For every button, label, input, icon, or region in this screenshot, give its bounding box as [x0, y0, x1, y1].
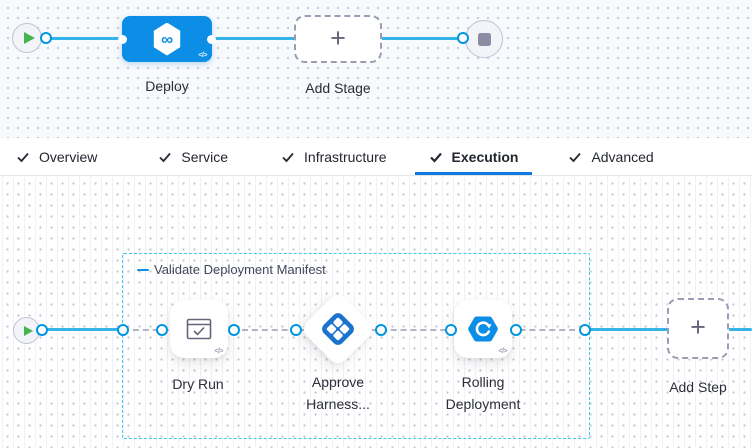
- tab-label: Infrastructure: [304, 149, 386, 165]
- connector-port[interactable]: [510, 324, 522, 336]
- tab-label: Advanced: [591, 149, 653, 165]
- step-node-rolling-deployment[interactable]: </>: [454, 300, 512, 358]
- stage-yaml-toggle-icon[interactable]: </>: [198, 52, 207, 59]
- play-icon: [24, 32, 35, 44]
- execution-canvas: Validate Deployment Manifest </> Dry Run: [0, 176, 752, 448]
- connector-port[interactable]: [228, 324, 240, 336]
- connector-port[interactable]: [117, 324, 129, 336]
- connector-port[interactable]: [375, 324, 387, 336]
- tab-label: Overview: [39, 149, 97, 165]
- stop-icon: [478, 33, 491, 46]
- step-yaml-toggle-icon[interactable]: </>: [498, 348, 507, 355]
- stage-config-tabs: Overview Service Infrastructure Executio…: [0, 138, 752, 176]
- add-step-label: Add Step: [643, 377, 752, 399]
- stage-in-port: [118, 35, 127, 44]
- tab-label: Service: [181, 149, 228, 165]
- stage-canvas: ∞ </> Deploy + Add Stage: [0, 0, 752, 138]
- pipeline-studio: ∞ </> Deploy + Add Stage Overview Servic…: [0, 0, 752, 448]
- connector-port[interactable]: [290, 324, 302, 336]
- step-connector-line: [728, 328, 752, 331]
- harness-cd-stage-icon: ∞: [152, 23, 182, 56]
- add-stage-button[interactable]: +: [294, 15, 382, 63]
- tab-overview[interactable]: Overview: [2, 138, 111, 175]
- tab-advanced[interactable]: Advanced: [554, 138, 667, 175]
- connector-port[interactable]: [40, 32, 52, 44]
- rolling-deployment-icon: [467, 315, 499, 344]
- stage-connector-line: [46, 37, 124, 40]
- stage-out-port: [207, 35, 216, 44]
- pipeline-start-node: [12, 23, 42, 53]
- check-icon: [281, 150, 295, 164]
- tab-infrastructure[interactable]: Infrastructure: [267, 138, 400, 175]
- collapse-group-icon[interactable]: [137, 269, 149, 271]
- plus-icon: +: [330, 25, 346, 52]
- tab-service[interactable]: Service: [144, 138, 242, 175]
- harness-approval-icon[interactable]: [320, 311, 356, 347]
- step-yaml-toggle-icon[interactable]: </>: [214, 348, 223, 355]
- infinity-glyph: ∞: [161, 31, 173, 48]
- connector-port[interactable]: [445, 324, 457, 336]
- tab-execution[interactable]: Execution: [415, 138, 533, 175]
- add-step-button[interactable]: +: [667, 298, 729, 359]
- check-icon: [16, 150, 30, 164]
- tab-label: Execution: [452, 149, 519, 165]
- dry-run-icon: [186, 318, 212, 340]
- check-icon: [429, 150, 443, 164]
- connector-port[interactable]: [457, 32, 469, 44]
- stage-node-deploy[interactable]: ∞ </>: [122, 16, 212, 62]
- connector-port[interactable]: [579, 324, 591, 336]
- play-icon: [24, 326, 33, 336]
- connector-port[interactable]: [156, 324, 168, 336]
- step-connector-line: [585, 328, 668, 331]
- step-group-title: Validate Deployment Manifest: [154, 262, 326, 277]
- check-icon: [568, 150, 582, 164]
- step-group-header: Validate Deployment Manifest: [137, 262, 326, 277]
- stage-label: Deploy: [112, 76, 222, 98]
- step-node-dry-run[interactable]: </>: [170, 300, 228, 358]
- check-icon: [158, 150, 172, 164]
- pipeline-end-node: [465, 20, 503, 58]
- step-connector-line: [40, 328, 123, 331]
- plus-icon: +: [690, 314, 706, 341]
- connector-port[interactable]: [36, 324, 48, 336]
- add-stage-label: Add Stage: [283, 78, 393, 100]
